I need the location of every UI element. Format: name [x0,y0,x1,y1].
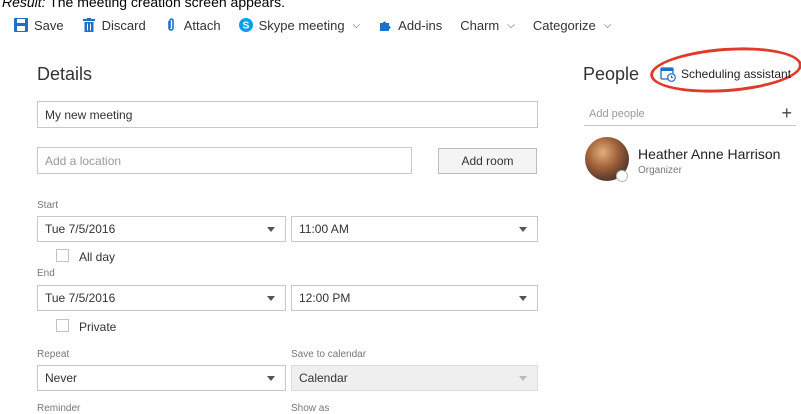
presence-status-icon [616,170,628,182]
private-label: Private [79,320,117,334]
calendar-value: Calendar [299,371,348,385]
all-day-label: All day [79,250,116,264]
end-date-select[interactable]: Tue 7/5/2016 [37,285,286,311]
end-time-select[interactable]: 12:00 PM [291,285,538,311]
location-placeholder: Add a location [45,153,122,168]
addins-label: Add-ins [398,17,443,33]
start-time-select[interactable]: 11:00 AM [291,216,538,242]
attach-button[interactable]: Attach [164,18,221,33]
caret-down-icon [519,227,527,232]
skype-meeting-button[interactable]: S Skype meeting ⌵ [238,17,361,33]
attach-label: Attach [183,17,221,33]
title-value: My new meeting [45,107,133,122]
reminder-label: Reminder [37,403,81,414]
discard-label: Discard [101,17,146,33]
scheduling-assistant-button[interactable]: Scheduling assistant [660,66,791,82]
start-label: Start [37,200,59,211]
caption: Result: The meeting creation screen appe… [2,0,285,10]
chevron-down-icon: ⌵ [507,19,515,31]
private-checkbox[interactable] [56,319,69,332]
categorize-label: Categorize [532,17,596,33]
discard-button[interactable]: Discard [82,18,146,33]
trash-icon [82,18,96,32]
svg-text:S: S [242,21,249,32]
repeat-select[interactable]: Never [37,365,286,391]
save-label: Save [34,17,64,33]
location-input[interactable]: Add a location [37,147,412,174]
skype-icon: S [238,18,253,32]
caption-lead: Result: [2,0,46,10]
toolbar: Save Discard Attach S Skype meeting ⌵ Ad… [0,12,801,38]
show-as-label: Show as [291,403,330,414]
all-day-checkbox[interactable] [56,249,69,262]
calendar-clock-icon [660,66,676,82]
add-people-input[interactable]: Add people + [584,103,796,126]
skype-meeting-label: Skype meeting [258,17,345,33]
addins-button[interactable]: Add-ins [378,18,442,33]
repeat-value: Never [45,371,78,385]
calendar-select[interactable]: Calendar [291,365,538,391]
plus-icon[interactable]: + [781,103,792,124]
caret-down-icon [267,376,275,381]
chevron-down-icon: ⌵ [603,19,612,31]
caret-down-icon [267,296,275,301]
puzzle-icon [378,18,392,32]
save-icon [14,18,28,32]
charm-button[interactable]: Charm ⌵ [460,18,515,33]
caret-down-icon [519,376,527,381]
end-date-value: Tue 7/5/2016 [45,291,116,305]
details-heading: Details [37,64,93,84]
title-input[interactable]: My new meeting [37,101,538,128]
save-to-calendar-label: Save to calendar [291,349,367,360]
save-button[interactable]: Save [14,18,64,33]
caret-down-icon [267,227,275,232]
add-room-button[interactable]: Add room [438,148,537,174]
repeat-label: Repeat [37,349,70,360]
start-time-value: 11:00 AM [299,222,349,236]
categorize-button[interactable]: Categorize ⌵ [533,18,611,33]
people-heading: People [583,64,640,84]
paperclip-icon [164,18,178,32]
person-name: Heather Anne Harrison [638,146,781,162]
chevron-down-icon: ⌵ [352,19,361,31]
caption-text: The meeting creation screen appears. [45,0,286,10]
person-role: Organizer [638,165,682,176]
start-date-value: Tue 7/5/2016 [45,222,116,236]
start-date-select[interactable]: Tue 7/5/2016 [37,216,286,242]
scheduling-assistant-label: Scheduling assistant [681,67,792,81]
charm-label: Charm [460,17,500,33]
add-people-placeholder: Add people [589,108,645,120]
end-label: End [37,268,55,279]
end-time-value: 12:00 PM [299,291,351,305]
caret-down-icon [519,296,527,301]
